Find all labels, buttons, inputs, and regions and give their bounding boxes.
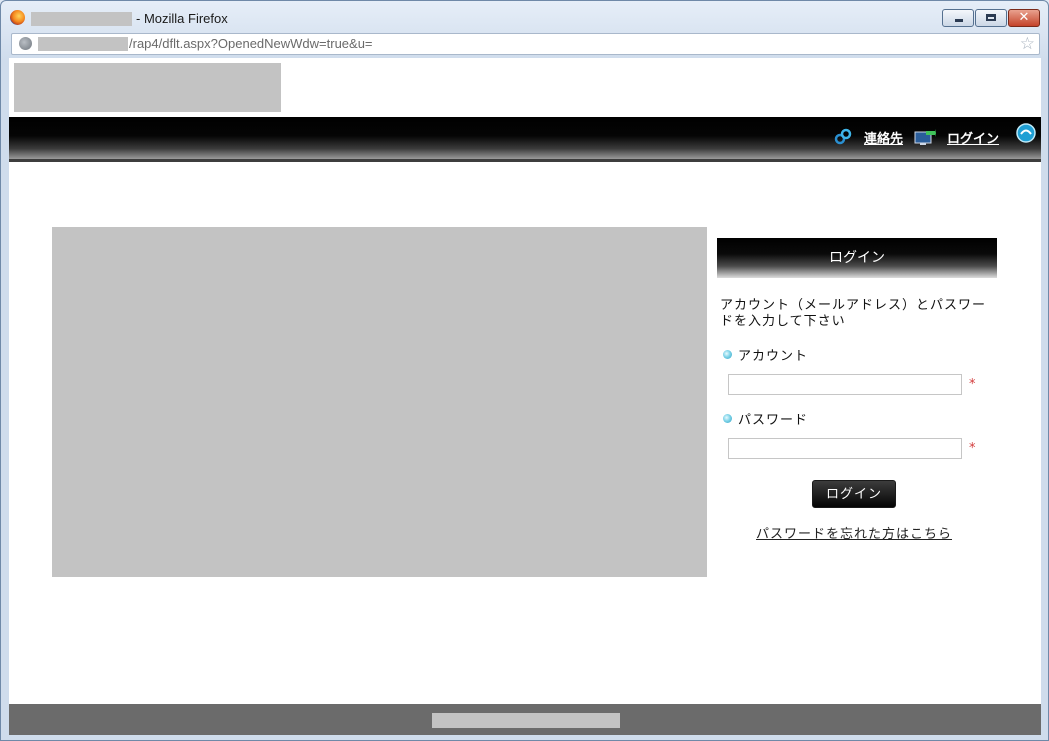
firefox-icon	[10, 10, 25, 25]
globe-nav-icon[interactable]	[1016, 123, 1036, 143]
url-text[interactable]: /rap4/dflt.aspx?OpenedNewWdw=true&u=	[129, 36, 373, 51]
url-redacted	[38, 37, 128, 51]
password-input[interactable]	[728, 438, 962, 459]
contact-icon	[834, 128, 852, 145]
account-input[interactable]	[728, 374, 962, 395]
top-nav-bar: 連絡先 ログイン	[9, 117, 1041, 162]
login-panel: ログイン アカウント（メールアドレス）とパスワードを入力して下さい アカウント …	[717, 238, 997, 542]
password-label: パスワード	[723, 409, 808, 428]
account-required-mark: *	[969, 377, 976, 392]
banner-image-redacted	[52, 227, 707, 577]
minimize-icon	[955, 19, 963, 22]
page-footer	[9, 704, 1041, 735]
site-logo-redacted	[14, 63, 281, 112]
login-panel-header: ログイン	[717, 238, 997, 278]
footer-text-redacted	[432, 713, 620, 728]
bullet-icon	[723, 350, 732, 359]
close-icon: ✕	[1018, 10, 1030, 25]
maximize-button[interactable]	[975, 9, 1007, 27]
window-title: - Mozilla Firefox	[136, 11, 228, 26]
password-required-mark: *	[969, 441, 976, 456]
password-label-text: パスワード	[738, 413, 809, 428]
bullet-icon	[723, 414, 732, 423]
maximize-icon	[986, 14, 996, 21]
nav-contact-link[interactable]: 連絡先	[864, 128, 903, 147]
bookmark-star-icon[interactable]: ☆	[1020, 34, 1035, 54]
monitor-icon	[914, 129, 936, 145]
browser-window: - Mozilla Firefox ✕ /rap4/dflt.aspx?Open…	[0, 0, 1049, 741]
account-label: アカウント	[723, 345, 808, 364]
login-button[interactable]: ログイン	[812, 480, 896, 508]
address-bar[interactable]: /rap4/dflt.aspx?OpenedNewWdw=true&u= ☆	[11, 33, 1040, 55]
title-redacted	[31, 12, 132, 26]
site-globe-icon	[19, 37, 32, 50]
title-bar[interactable]: - Mozilla Firefox ✕	[1, 1, 1048, 33]
login-description: アカウント（メールアドレス）とパスワードを入力して下さい	[720, 298, 987, 329]
close-button[interactable]: ✕	[1008, 9, 1040, 27]
forgot-password-link[interactable]: パスワードを忘れた方はこちら	[756, 523, 952, 542]
nav-login-link[interactable]: ログイン	[947, 128, 999, 147]
web-page: 連絡先 ログイン ログイン アカウント（メールアドレス）とパスワードを入力して下…	[9, 58, 1041, 735]
minimize-button[interactable]	[942, 9, 974, 27]
account-label-text: アカウント	[738, 349, 809, 364]
